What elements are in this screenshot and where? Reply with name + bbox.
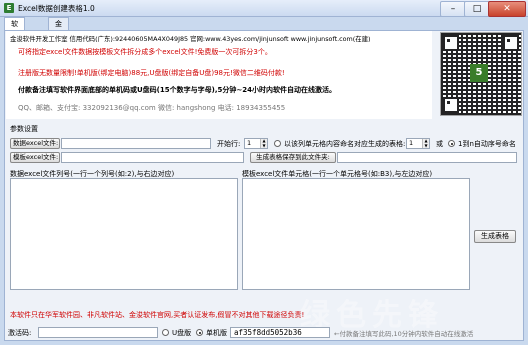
close-button[interactable]: ✕: [488, 1, 526, 17]
template-file-field[interactable]: [61, 152, 244, 163]
start-row-spinner[interactable]: 1 ▲ ▼: [244, 138, 268, 149]
contact-line: QQ、邮箱、支付宝: 332092136@qq.com 微信: hangshon…: [18, 104, 286, 112]
template-cells-textarea[interactable]: [242, 178, 470, 290]
spinner-arrows-icon[interactable]: ▲ ▼: [422, 138, 429, 148]
data-file-button[interactable]: 数据excel文件:: [10, 138, 60, 149]
or-label: 或: [436, 140, 443, 148]
name-column-spinner[interactable]: 1 ▲ ▼: [406, 138, 430, 149]
info-line-3: 付款备注填写软件界面底部的单机码或U盘码(15个数字与字母),5分钟~24小时内…: [18, 86, 336, 94]
name-column-value: 1: [409, 139, 414, 147]
single-machine-label: 单机版: [206, 329, 227, 337]
usb-version-radio[interactable]: [162, 329, 169, 336]
info-line-2: 注册版无数量限制!单机版(绑定电脑)88元,U盘版(绑定自备U盘)98元!微信二…: [18, 69, 285, 77]
title-bar: E Excel数据创建表格1.0 – □ ✕: [0, 0, 528, 17]
activation-label: 激活码:: [8, 329, 32, 337]
spinner-arrows-icon[interactable]: ▲ ▼: [260, 138, 267, 148]
data-columns-textarea[interactable]: [10, 178, 238, 290]
single-machine-radio[interactable]: [196, 329, 203, 336]
company-line: 金浚软件开发工作室 信用代码(广东):92440605MA4X049J85 官网…: [10, 35, 371, 43]
info-box: 金浚软件开发工作室 信用代码(广东):92440605MA4X049J85 官网…: [6, 31, 432, 119]
template-file-button[interactable]: 模板excel文件:: [10, 152, 60, 163]
name-by-cell-radio[interactable]: [274, 140, 281, 147]
auto-number-label: 1到n自动序号命名: [458, 140, 516, 148]
minimize-button[interactable]: –: [440, 1, 466, 17]
machine-code-field[interactable]: af35f8dd5052b36: [230, 327, 330, 338]
tab-settings[interactable]: 软件设置: [4, 17, 25, 64]
app-icon: E: [4, 3, 14, 13]
usb-version-label: U盘版: [172, 329, 192, 337]
activation-code-input[interactable]: [38, 327, 158, 338]
start-row-label: 开始行:: [217, 140, 241, 148]
qr-logo-icon: 5: [470, 64, 488, 82]
info-line-1: 可将指定excel文件数据按模板文件拆分成多个excel文件!免费版一次可拆分3…: [18, 48, 272, 56]
start-row-value: 1: [247, 139, 252, 147]
notice-text: 本软件只在华军软件园、非凡软件站、金浚软件官网,买者认证发布,假冒不对其他下载途…: [10, 311, 305, 319]
window-title: Excel数据创建表格1.0: [18, 4, 95, 13]
maximize-button[interactable]: □: [464, 1, 490, 17]
data-file-field[interactable]: [61, 138, 211, 149]
tab-jinjun-software[interactable]: 金浚软件: [48, 17, 69, 64]
machine-code-hint: ←付款备注填写此码,10分钟内软件自动在线激活: [334, 330, 474, 338]
output-folder-button[interactable]: 生成表格保存到此文件夹:: [250, 152, 336, 163]
output-folder-field[interactable]: [337, 152, 517, 163]
generate-tables-button[interactable]: 生成表格: [474, 230, 516, 243]
params-section-label: 参数设置: [10, 125, 38, 133]
auto-number-radio[interactable]: [448, 140, 455, 147]
name-by-cell-label: 以该列单元格内容命名对应生成的表格:: [284, 140, 406, 148]
